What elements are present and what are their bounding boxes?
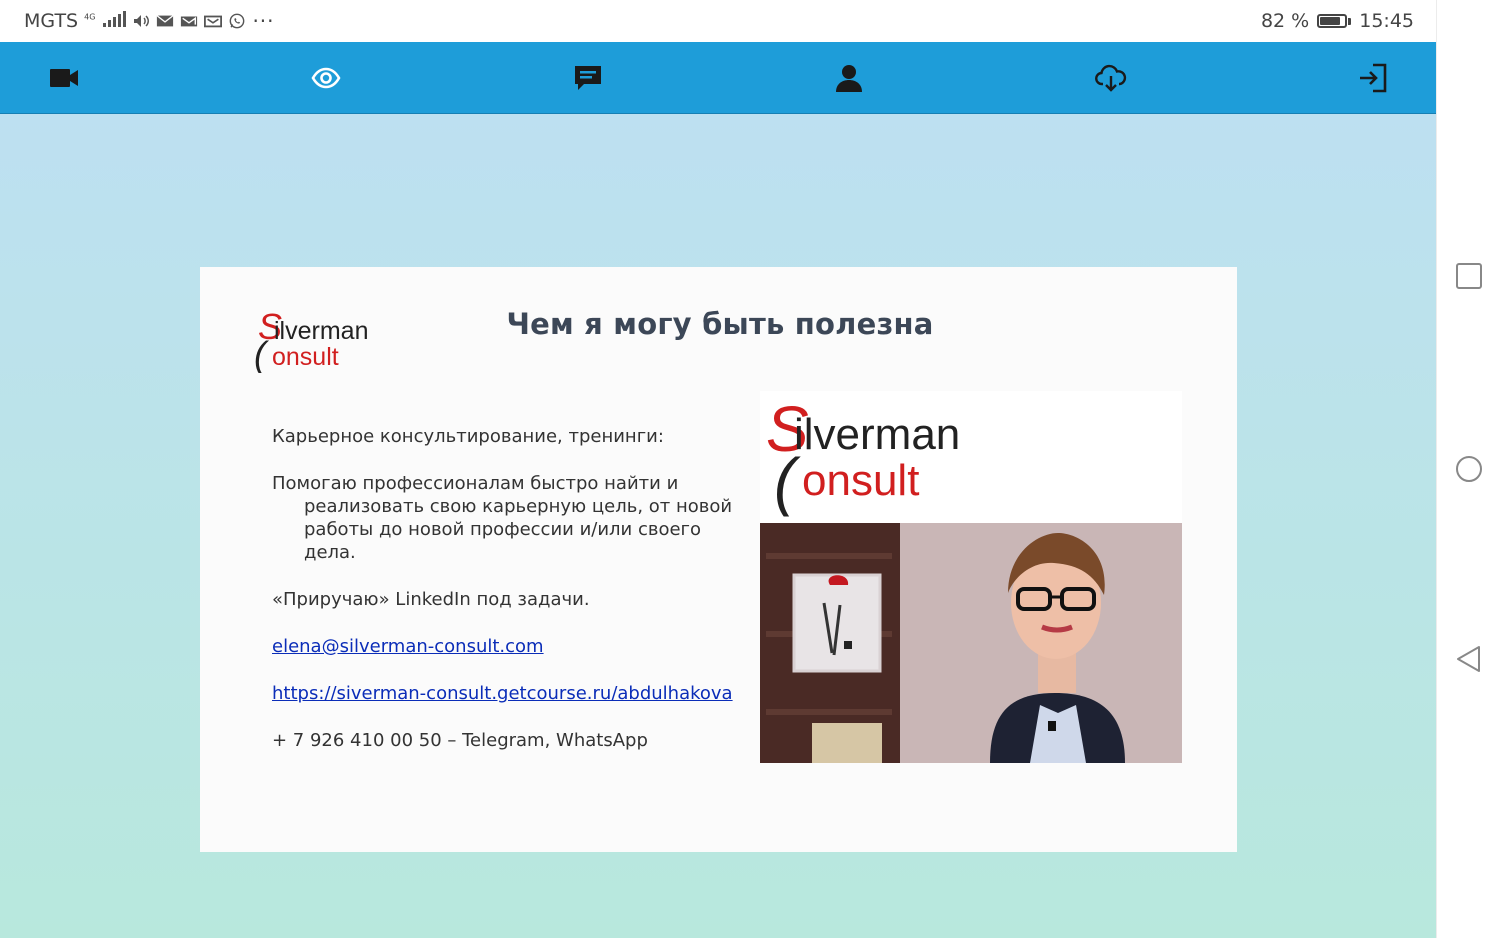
email-link[interactable]: elena@silverman-consult.com (272, 636, 544, 657)
slide-title: Чем я могу быть полезна (506, 307, 934, 341)
chat-icon[interactable] (572, 62, 604, 94)
svg-text:ilverman: ilverman (794, 410, 960, 459)
recent-apps-icon[interactable] (1455, 262, 1483, 290)
presentation-area: S ilverman ( onsult Чем я могу быть поле… (0, 114, 1436, 938)
gmail-icon (181, 16, 198, 27)
contact-text: Карьерное консультирование, тренинги: По… (272, 425, 742, 776)
profile-card: S ilverman ( onsult (760, 391, 1182, 763)
presenter-photo (760, 523, 1182, 763)
silverman-consult-logo-large: S ilverman ( onsult (760, 391, 1182, 523)
more-notifications-icon: ··· (252, 9, 275, 33)
carrier-name: MGTS (24, 10, 79, 32)
course-link[interactable]: https://siverman-consult.getcourse.ru/ab… (272, 683, 733, 704)
user-icon[interactable] (833, 62, 865, 94)
gmail-alt-icon (204, 15, 223, 28)
svg-text:onsult: onsult (272, 343, 339, 371)
status-bar-right: 82 % 15:45 (1261, 0, 1414, 42)
volume-icon (134, 15, 150, 27)
back-icon[interactable] (1455, 645, 1483, 673)
network-type: 4G (84, 12, 96, 22)
help-paragraph: Помогаю профессионалам быстро найти и ре… (272, 473, 733, 563)
slide: S ilverman ( onsult Чем я могу быть поле… (200, 267, 1237, 852)
services-line: Карьерное консультирование, тренинги: (272, 426, 664, 447)
sign-in-icon[interactable] (1357, 62, 1389, 94)
whatsapp-icon (230, 13, 245, 29)
svg-text:onsult: onsult (802, 456, 919, 505)
linkedin-line: «Приручаю» LinkedIn под задачи. (272, 589, 590, 610)
clock: 15:45 (1359, 10, 1414, 32)
home-icon[interactable] (1455, 455, 1483, 483)
battery-percent: 82 % (1260, 10, 1310, 32)
system-nav-bar (1436, 0, 1500, 938)
eye-icon[interactable] (310, 62, 342, 94)
cloud-download-icon[interactable] (1095, 62, 1127, 94)
mail-icon (156, 15, 174, 27)
status-bar: MGTS 4G ··· 82 % 15:45 (0, 0, 1436, 42)
app-toolbar (0, 42, 1436, 114)
battery-icon (1317, 14, 1352, 28)
network-signal-icon: 4G (84, 10, 127, 32)
silverman-consult-logo: S ilverman ( onsult (254, 306, 368, 373)
phone-line: + 7 926 410 00 50 – Telegram, WhatsApp (272, 730, 648, 751)
video-camera-icon[interactable] (48, 62, 80, 94)
status-bar-left: MGTS 4G ··· (24, 0, 275, 42)
svg-text:ilverman: ilverman (274, 317, 368, 345)
